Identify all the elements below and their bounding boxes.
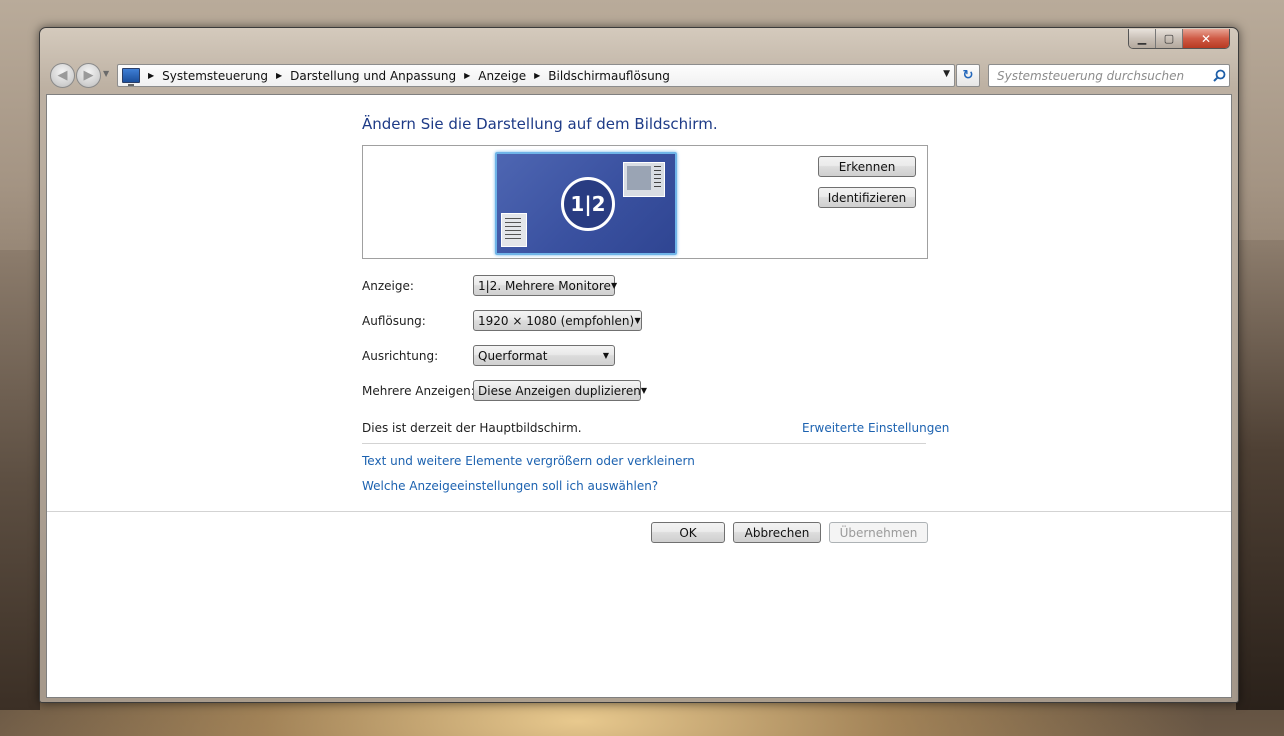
breadcrumb-systemsteuerung[interactable]: Systemsteuerung [162, 69, 268, 83]
orientation-label: Ausrichtung: [362, 349, 439, 363]
dropdown-arrow-icon: ▼ [602, 351, 610, 360]
close-button[interactable]: ✕ [1183, 29, 1229, 48]
divider [362, 443, 926, 444]
display-select-value: 1|2. Mehrere Monitore [478, 278, 611, 293]
breadcrumb-bildschirmaufloesung[interactable]: Bildschirmauflösung [548, 69, 670, 83]
text-size-link[interactable]: Text und weitere Elemente vergrößern ode… [362, 454, 695, 468]
resolution-select-value: 1920 × 1080 (empfohlen) [478, 313, 635, 328]
display-help-link[interactable]: Welche Anzeigeeinstellungen soll ich aus… [362, 479, 658, 493]
control-panel-icon [122, 68, 140, 86]
search-icon[interactable] [1209, 69, 1229, 82]
dropdown-arrow-icon: ▼ [640, 386, 647, 395]
forward-button[interactable]: ▶ [76, 63, 101, 88]
monitor-preview-panel: 1|2 Erkennen Identifizieren [362, 145, 928, 259]
desktop-wallpaper-left [0, 250, 40, 710]
navigation-bar: ◀ ▶ ▼ ▶ Systemsteuerung ▶ Darstellung un… [48, 61, 1232, 89]
ok-button[interactable]: OK [651, 522, 725, 543]
caption-buttons: ▁ ▢ ✕ [1128, 29, 1230, 49]
cancel-button[interactable]: Abbrechen [733, 522, 821, 543]
display-select[interactable]: 1|2. Mehrere Monitore ▼ [473, 275, 618, 296]
orientation-select-value: Querformat [478, 348, 548, 363]
window-thumbnail-icon [623, 162, 665, 197]
monitor-number-badge: 1|2 [561, 177, 615, 231]
multiple-displays-select[interactable]: Diese Anzeigen duplizieren ▼ [473, 380, 647, 401]
multiple-displays-select-value: Diese Anzeigen duplizieren [478, 383, 641, 398]
detect-button[interactable]: Erkennen [818, 156, 916, 177]
identify-button[interactable]: Identifizieren [818, 187, 916, 208]
breadcrumb-darstellung[interactable]: Darstellung und Anpassung [290, 69, 456, 83]
footer-divider [47, 511, 1231, 512]
chevron-right-icon[interactable]: ▶ [148, 71, 154, 80]
control-panel-window: ▁ ▢ ✕ ◀ ▶ ▼ ▶ Systemsteuerung ▶ Darstell… [39, 27, 1239, 703]
chevron-right-icon[interactable]: ▶ [464, 71, 470, 80]
back-button[interactable]: ◀ [50, 63, 75, 88]
recent-pages-dropdown-icon[interactable]: ▼ [103, 69, 109, 78]
breadcrumb-anzeige[interactable]: Anzeige [478, 69, 526, 83]
resolution-select[interactable]: 1920 × 1080 (empfohlen) ▼ [473, 310, 642, 331]
display-label: Anzeige: [362, 279, 414, 293]
address-bar[interactable]: ▶ Systemsteuerung ▶ Darstellung und Anpa… [117, 64, 955, 87]
search-box[interactable] [988, 64, 1230, 87]
primary-display-status: Dies ist derzeit der Hauptbildschirm. [362, 421, 582, 435]
advanced-settings-link[interactable]: Erweiterte Einstellungen [802, 421, 949, 435]
search-input[interactable] [995, 67, 1209, 84]
page-title: Ändern Sie die Darstellung auf dem Bilds… [362, 115, 718, 133]
window-thumbnail-icon [501, 213, 527, 247]
desktop-wallpaper-right [1236, 240, 1284, 710]
minimize-button[interactable]: ▁ [1129, 29, 1156, 48]
dropdown-arrow-icon: ▼ [634, 316, 641, 325]
address-dropdown-icon[interactable]: ▼ [943, 69, 950, 79]
chevron-right-icon[interactable]: ▶ [534, 71, 540, 80]
multiple-displays-label: Mehrere Anzeigen: [362, 384, 475, 398]
dropdown-arrow-icon: ▼ [610, 281, 618, 290]
apply-button[interactable]: Übernehmen [829, 522, 928, 543]
resolution-label: Auflösung: [362, 314, 426, 328]
monitor-preview[interactable]: 1|2 [495, 152, 677, 255]
refresh-button[interactable]: ↻ [956, 64, 980, 87]
orientation-select[interactable]: Querformat ▼ [473, 345, 615, 366]
main-content: Ändern Sie die Darstellung auf dem Bilds… [46, 94, 1232, 698]
maximize-button[interactable]: ▢ [1156, 29, 1183, 48]
chevron-right-icon[interactable]: ▶ [276, 71, 282, 80]
